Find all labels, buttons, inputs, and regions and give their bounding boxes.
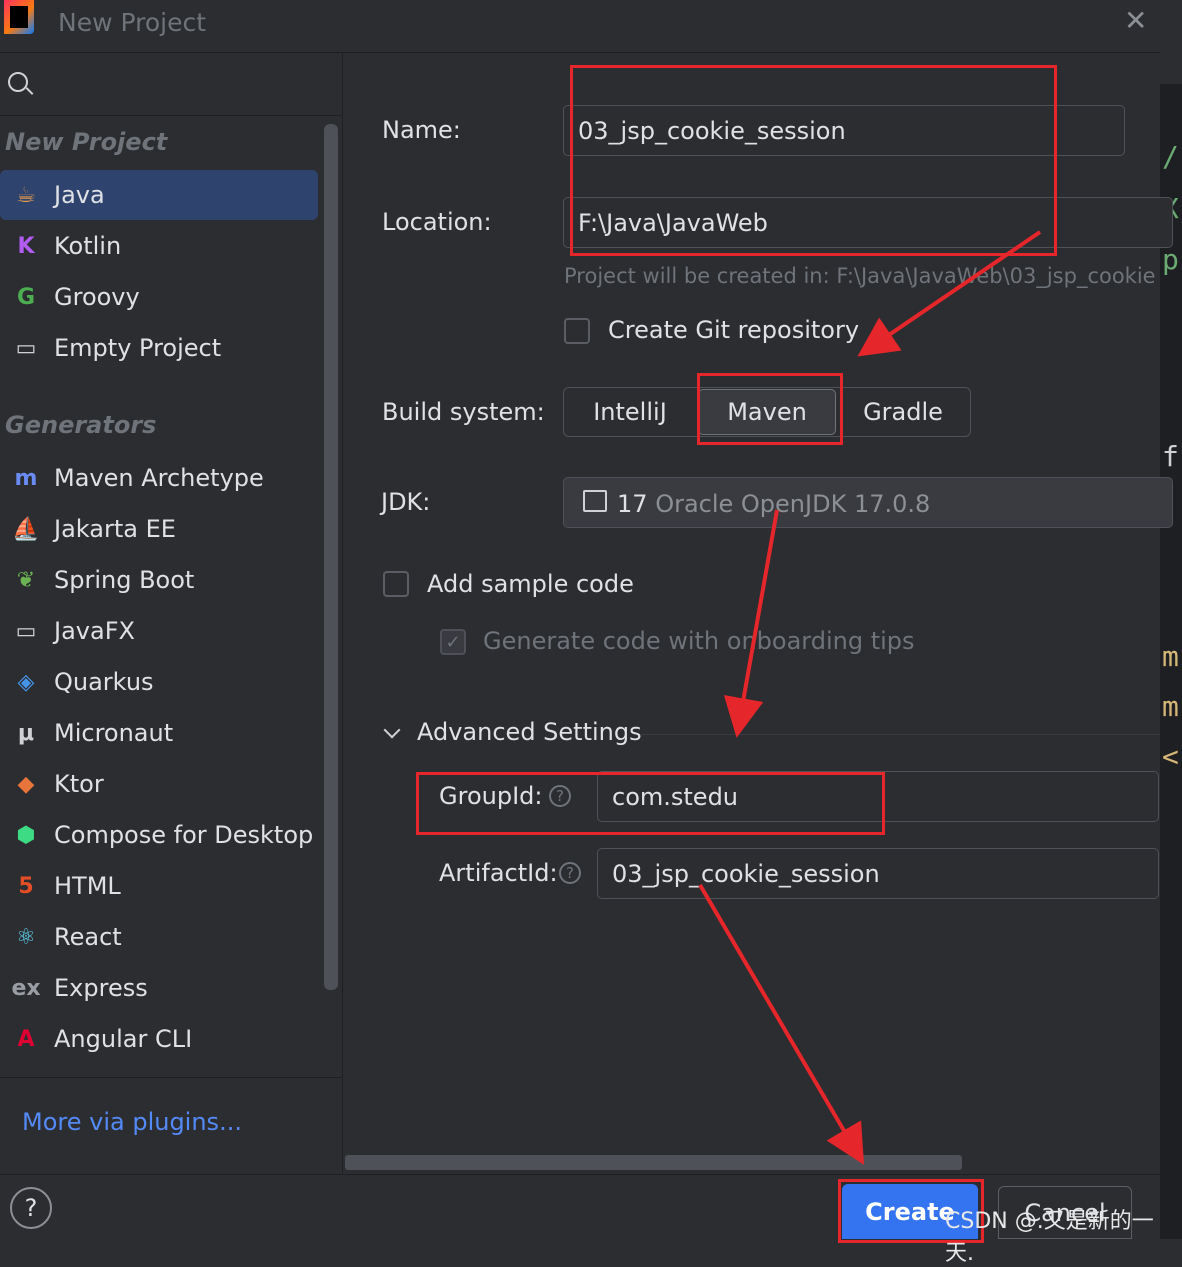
onboarding-label: Generate code with onboarding tips [483, 627, 915, 655]
intellij-logo-icon [4, 0, 34, 34]
onboarding-checkbox: ✓ [440, 629, 466, 655]
groupid-help-icon[interactable]: ? [549, 785, 571, 807]
location-hint: Project will be created in: F:\Java\Java… [564, 264, 1156, 288]
artifactid-label: ArtifactId: [439, 859, 558, 887]
jdk-label: JDK: [381, 488, 431, 516]
sidebar-scrollbar[interactable] [324, 124, 338, 990]
build-system-label: Build system: [382, 398, 545, 426]
sidebar-item-label: Angular CLI [54, 1025, 193, 1053]
sidebar-item-label: Maven Archetype [54, 464, 264, 492]
sample-code-label: Add sample code [427, 570, 634, 598]
code-fragment: < [1162, 740, 1179, 773]
annotation-arrow [857, 230, 1042, 357]
name-input[interactable]: 03_jsp_cookie_session [563, 105, 1125, 156]
jakarta-ee-icon: ⛵ [12, 516, 40, 542]
build-gradle-option[interactable]: Gradle [838, 387, 968, 437]
sidebar-item-kotlin[interactable]: K Kotlin [0, 221, 318, 271]
sidebar-item-label: Ktor [54, 770, 104, 798]
jdk-value: 17 Oracle OpenJDK 17.0.8 [617, 490, 930, 518]
location-input[interactable]: F:\Java\JavaWeb [563, 197, 1173, 248]
groupid-input[interactable]: com.stedu [597, 771, 1159, 822]
git-checkbox[interactable] [564, 318, 590, 344]
sidebar-item-label: Groovy [54, 283, 140, 311]
sidebar-item-label: Java [54, 181, 105, 209]
sidebar-item-maven-archetype[interactable]: m Maven Archetype [0, 453, 318, 503]
sidebar-item-label: HTML [54, 872, 121, 900]
sample-code-checkbox[interactable] [383, 571, 409, 597]
sidebar-item-label: React [54, 923, 122, 951]
build-intellij-option[interactable]: IntelliJ [564, 387, 696, 437]
sidebar-item-compose-for-desktop[interactable]: ⬢ Compose for Desktop [0, 810, 318, 860]
maven-icon: m [14, 465, 38, 491]
search-icon[interactable] [8, 72, 28, 92]
location-label: Location: [382, 208, 492, 236]
java-cup-icon: ☕ [16, 182, 36, 208]
search-row[interactable] [0, 53, 342, 116]
artifactid-input[interactable]: 03_jsp_cookie_session [597, 848, 1159, 899]
build-maven-option[interactable]: Maven [698, 389, 836, 435]
empty-project-icon: ▭ [15, 335, 37, 361]
sidebar-item-label: Micronaut [54, 719, 174, 747]
sidebar-item-angular-cli[interactable]: A Angular CLI [0, 1014, 318, 1064]
chevron-down-icon[interactable] [383, 721, 401, 739]
editor-background: / X p f m m < [1160, 0, 1182, 1239]
section-generators: Generators [5, 411, 157, 439]
git-label: Create Git repository [608, 316, 860, 344]
code-fragment: / [1162, 140, 1179, 173]
code-fragment: m [1162, 690, 1179, 723]
sidebar-item-express[interactable]: ex Express [0, 963, 318, 1013]
quarkus-icon: ◈ [17, 669, 35, 695]
sidebar-item-react[interactable]: ⚛ React [0, 912, 318, 962]
section-new-project: New Project [5, 128, 168, 156]
watermark: CSDN @.又是新的一天. [945, 1209, 1154, 1266]
jdk-version: 17 [617, 490, 648, 518]
kotlin-icon: K [17, 233, 35, 259]
sidebar-item-jakarta-ee[interactable]: ⛵ Jakarta EE [0, 504, 318, 554]
html5-icon: 5 [18, 873, 34, 899]
window-title: New Project [58, 8, 207, 37]
sidebar-item-label: Express [54, 974, 148, 1002]
sidebar-item-micronaut[interactable]: μ Micronaut [0, 708, 318, 758]
annotation-arrow [723, 509, 779, 738]
jdk-folder-icon [583, 490, 607, 512]
sidebar-item-label: Kotlin [54, 232, 122, 260]
close-icon[interactable]: ✕ [1124, 6, 1147, 36]
divider [640, 734, 1160, 735]
more-plugins-link[interactable]: More via plugins... [22, 1108, 242, 1136]
express-icon: ex [11, 975, 41, 1001]
artifactid-help-icon[interactable]: ? [559, 862, 581, 884]
sidebar-item-spring-boot[interactable]: ❦ Spring Boot [0, 555, 318, 605]
jdk-name: Oracle OpenJDK 17.0.8 [655, 490, 931, 518]
groovy-icon: G [16, 284, 36, 310]
advanced-settings-toggle[interactable]: Advanced Settings [417, 718, 642, 746]
sidebar-item-label: Spring Boot [54, 566, 195, 594]
sidebar-item-javafx[interactable]: ▭ JavaFX [0, 606, 318, 656]
groupid-label: GroupId: [439, 782, 543, 810]
sidebar-item-label: Compose for Desktop [54, 821, 314, 849]
name-label: Name: [382, 116, 461, 144]
sidebar-item-label: Empty Project [54, 334, 222, 362]
code-fragment: f [1162, 440, 1179, 473]
javafx-icon: ▭ [15, 618, 37, 644]
sidebar-item-java[interactable]: ☕ Java [0, 170, 318, 220]
sidebar-item-ktor[interactable]: ◆ Ktor [0, 759, 318, 809]
sidebar-item-groovy[interactable]: G Groovy [0, 272, 318, 322]
sidebar-item-label: Jakarta EE [54, 515, 176, 543]
angular-icon: A [17, 1026, 35, 1052]
compose-icon: ⬢ [16, 822, 36, 848]
sidebar-item-empty-project[interactable]: ▭ Empty Project [0, 323, 318, 373]
divider [0, 1077, 342, 1078]
sidebar-item-label: JavaFX [54, 617, 135, 645]
horizontal-scrollbar[interactable] [345, 1155, 962, 1170]
ktor-icon: ◆ [17, 771, 35, 797]
react-icon: ⚛ [16, 924, 36, 950]
help-button[interactable]: ? [10, 1187, 52, 1229]
sidebar-item-quarkus[interactable]: ◈ Quarkus [0, 657, 318, 707]
sidebar-item-label: Quarkus [54, 668, 154, 696]
code-fragment: m [1162, 640, 1179, 673]
micronaut-icon: μ [17, 720, 35, 746]
annotation-arrow [698, 883, 865, 1165]
sidebar-item-html[interactable]: 5 HTML [0, 861, 318, 911]
spring-boot-icon: ❦ [16, 567, 36, 593]
